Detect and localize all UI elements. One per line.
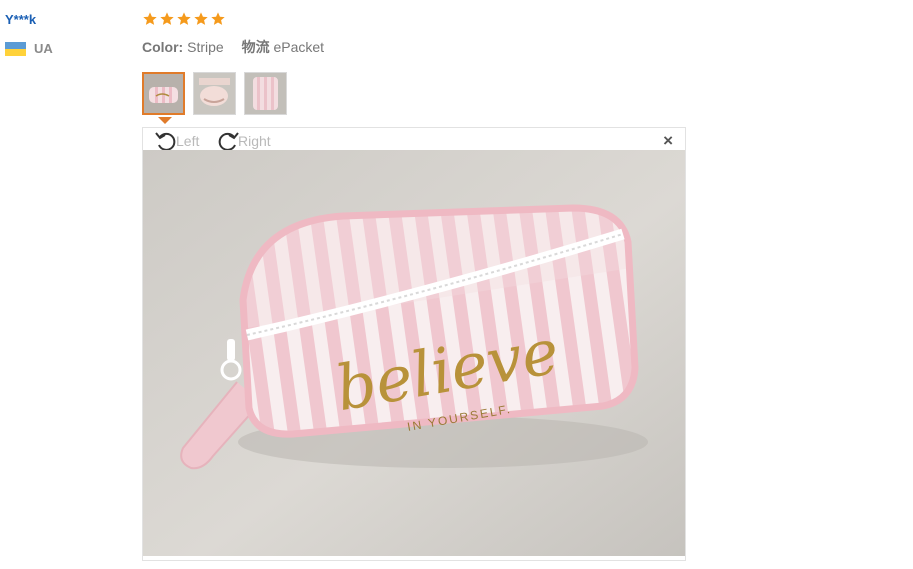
color-label: Color: [142,39,184,55]
rotate-right-label: Right [238,133,271,149]
review-thumbnail-3[interactable] [244,72,287,115]
review-thumbnail-1[interactable] [142,72,185,115]
color-value: Stripe [187,39,224,55]
star-icon [211,12,225,25]
review-photo: believe IN YOURSELF. [143,150,685,556]
country-code: UA [34,41,53,56]
review-thumbnail-2[interactable] [193,72,236,115]
rotate-left-label: Left [176,133,200,149]
star-icon [143,12,157,25]
star-rating [142,11,226,27]
star-icon [177,12,191,25]
shipping-label: 物流 [241,39,270,55]
ukraine-flag-icon [5,41,26,56]
close-viewer-button[interactable]: × [663,132,673,149]
shipping-value: ePacket [273,39,325,55]
review-user-name[interactable]: Y***k [5,12,36,27]
order-info: Color: Stripe 物流 ePacket [142,37,324,57]
star-icon [194,12,208,25]
reviewer-country: UA [5,41,53,56]
active-thumbnail-caret [158,117,172,124]
viewer-toolbar: Left Right × [143,128,685,151]
review-thumbnails [142,72,287,115]
image-viewer: Left Right × believe IN YOURSELF. [142,127,686,561]
star-icon [160,12,174,25]
